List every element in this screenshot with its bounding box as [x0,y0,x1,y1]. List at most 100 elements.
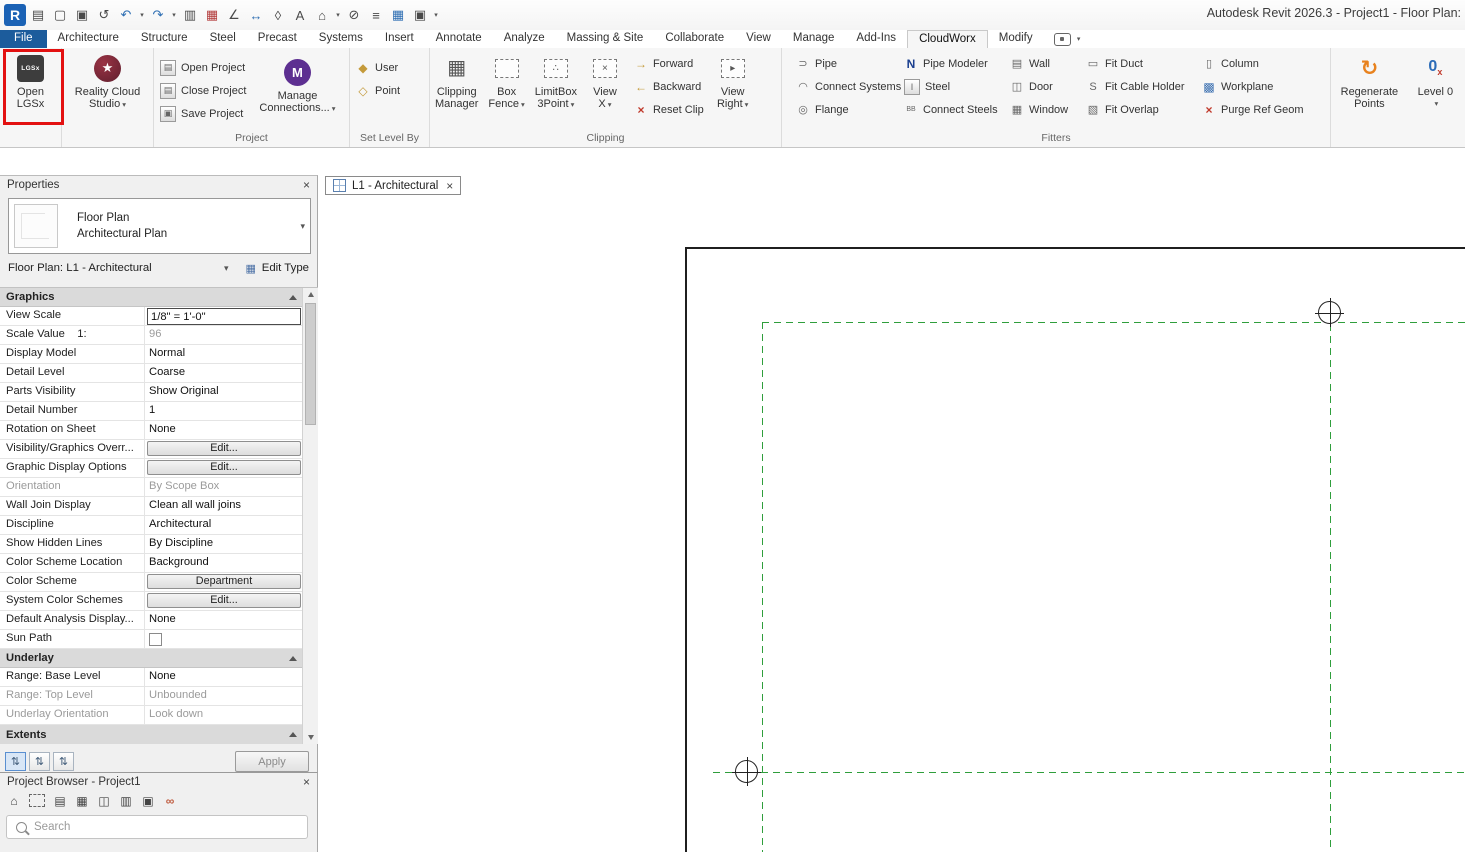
fit-cable-holder-button[interactable]: SFit Cable Holder [1080,75,1192,98]
color-scheme-button[interactable]: Department [147,574,301,589]
purge-ref-geom-button[interactable]: ×Purge Ref Geom [1196,98,1308,121]
aligned-dimension-icon[interactable]: ↔ [246,5,266,25]
type-selector[interactable]: Floor Plan Architectural Plan ▾ [8,198,311,254]
level-0-button[interactable]: 0x Level 0▾ [1412,48,1458,110]
revit-logo-icon[interactable]: R [4,4,26,26]
red-document-icon[interactable]: ▦ [202,5,222,25]
fit-overlap-button[interactable]: ▧Fit Overlap [1080,98,1192,121]
section-icon[interactable]: ⊘ [344,5,364,25]
text-icon[interactable]: A [290,5,310,25]
table-view-icon[interactable]: ▦ [72,792,92,809]
tab-modify[interactable]: Modify [988,30,1044,48]
window-button[interactable]: ▦Window [1004,98,1076,121]
pipe-modeler-button[interactable]: NPipe Modeler [898,52,1000,75]
view-tab-close-icon[interactable]: × [446,179,453,193]
save-project-button[interactable]: ▣ Save Project [154,102,252,125]
collapse-icon[interactable] [289,656,297,661]
backward-button[interactable]: ← Backward [628,75,710,98]
clipping-manager-button[interactable]: ▦ ClippingManager [430,48,483,110]
collapse-icon[interactable] [289,732,297,737]
home-icon[interactable]: ⌂ [4,792,24,809]
selection-box-icon[interactable] [29,794,45,807]
link-icon[interactable]: ∞ [160,792,180,809]
schedule-grid-icon[interactable]: ▦ [388,5,408,25]
open-project-button[interactable]: ▤ Open Project [154,56,252,79]
tab-cloudworx[interactable]: CloudWorx [907,30,988,48]
properties-close-icon[interactable]: × [303,178,310,192]
tab-view[interactable]: View [735,30,782,48]
reality-cloud-studio-button[interactable]: ★ Reality CloudStudio▾ [62,48,153,111]
tab-structure[interactable]: Structure [130,30,199,48]
sort-ascending-icon[interactable]: ⇅ [29,752,50,771]
filter-caret-icon[interactable]: ▾ [224,263,238,274]
scrollbar-thumb[interactable] [305,303,316,425]
apply-button[interactable]: Apply [235,751,309,772]
tab-add-ins[interactable]: Add-Ins [845,30,907,48]
redo-caret-icon[interactable]: ▾ [170,11,178,19]
door-button[interactable]: ◫Door [1004,75,1076,98]
connect-steels-button[interactable]: BBConnect Steels [898,98,1000,121]
list-view-icon[interactable]: ▤ [50,792,70,809]
thin-lines-icon[interactable]: ≡ [366,5,386,25]
reference-plane-bottom[interactable] [713,772,1465,773]
box-fence-button[interactable]: BoxFence▾ [483,48,529,111]
workplane-button[interactable]: ▩Workplane [1196,75,1308,98]
tab-architecture[interactable]: Architecture [47,30,130,48]
flange-button[interactable]: ◎Flange [790,98,894,121]
open-lgsx-button[interactable]: LGSx OpenLGSx [0,48,61,110]
tab-annotate[interactable]: Annotate [425,30,493,48]
manage-connections-button[interactable]: M ManageConnections...▾ [254,52,340,115]
tab-massing-site[interactable]: Massing & Site [556,30,655,48]
connect-systems-button[interactable]: ◠Connect Systems [790,75,894,98]
measure-icon[interactable]: ∠ [224,5,244,25]
limitbox-3point-button[interactable]: ∴ LimitBox3Point▾ [530,48,582,111]
reset-clip-button[interactable]: × Reset Clip [628,98,710,121]
scrollbar-down-icon[interactable] [303,731,318,744]
view-x-button[interactable]: × ViewX▾ [582,48,628,111]
fit-duct-button[interactable]: ▭Fit Duct [1080,52,1192,75]
customize-qat-caret-icon[interactable]: ▾ [432,11,440,19]
elevation-marker-left[interactable] [735,760,758,783]
default-3d-view-icon[interactable]: ⌂ [312,5,332,25]
column-button[interactable]: ▯Column [1196,52,1308,75]
tab-precast[interactable]: Precast [247,30,308,48]
wall-button[interactable]: ▤Wall [1004,52,1076,75]
open-file-icon[interactable]: ▢ [50,5,70,25]
sort-default-icon[interactable]: ⇅ [5,752,26,771]
tab-collaborate[interactable]: Collaborate [654,30,735,48]
view-right-button[interactable]: ▸ ViewRight▾ [710,48,756,111]
properties-scrollbar[interactable] [302,288,318,744]
steel-button[interactable]: ISteel [898,75,1000,98]
set-level-point-button[interactable]: ◇ Point [350,79,429,102]
3d-view-caret-icon[interactable]: ▾ [334,11,342,19]
close-project-button[interactable]: ▤ Close Project [154,79,252,102]
sort-descending-icon[interactable]: ⇅ [53,752,74,771]
reference-plane-right[interactable] [1330,324,1331,852]
section-graphics[interactable]: Graphics [0,288,303,307]
view-tab-l1-architectural[interactable]: L1 - Architectural × [325,176,461,195]
forward-button[interactable]: → Forward [628,52,710,75]
project-browser-close-icon[interactable]: × [303,775,310,789]
braces-icon[interactable]: ▣ [138,792,158,809]
save-icon[interactable]: ▣ [72,5,92,25]
set-level-user-button[interactable]: ◆ User [350,56,429,79]
collapse-icon[interactable] [289,295,297,300]
visibility-graphics-edit-button[interactable]: Edit... [147,441,301,456]
crop-region-top-edge[interactable] [685,247,1465,249]
scrollbar-up-icon[interactable] [303,288,318,301]
edit-type-button[interactable]: ▦ Edit Type [244,261,309,275]
preview-icon[interactable]: ◫ [94,792,114,809]
tab-systems[interactable]: Systems [308,30,374,48]
copy-icon[interactable]: ▣ [410,5,430,25]
tab-analyze[interactable]: Analyze [493,30,556,48]
system-color-schemes-edit-button[interactable]: Edit... [147,593,301,608]
tag-icon[interactable]: ◊ [268,5,288,25]
redo-icon[interactable]: ↷ [148,5,168,25]
sheets-icon[interactable]: ▥ [116,792,136,809]
reference-plane-top[interactable] [762,322,1465,323]
type-selector-caret-icon[interactable]: ▾ [300,221,305,232]
project-browser-search-input[interactable]: Search [6,815,308,839]
pipe-button[interactable]: ⊃Pipe [790,52,894,75]
section-underlay[interactable]: Underlay [0,649,303,668]
crop-region-left-edge[interactable] [685,247,687,852]
